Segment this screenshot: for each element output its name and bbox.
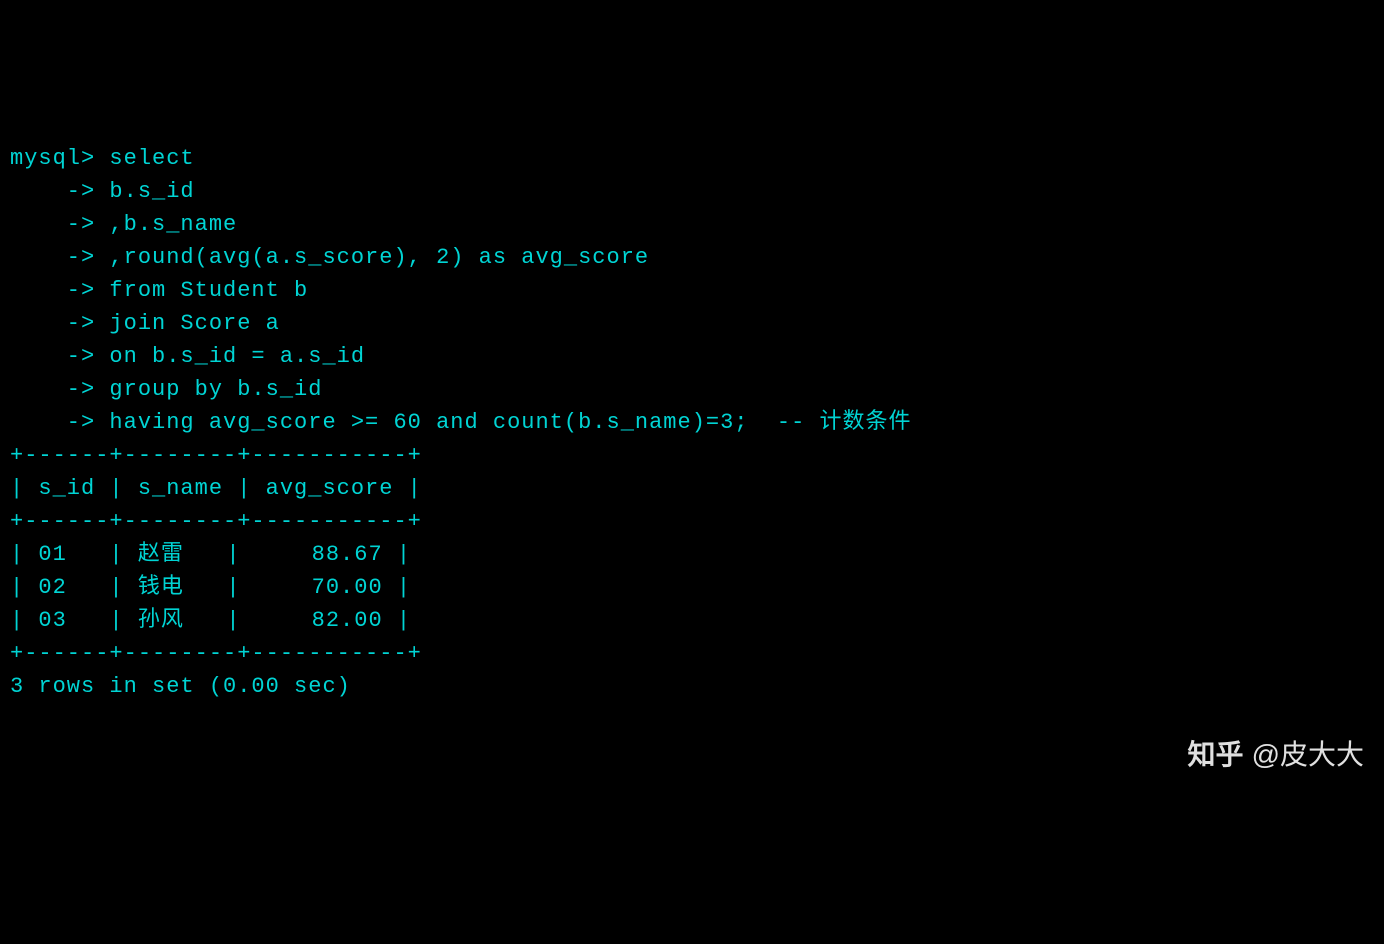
table-row: | 01 | 赵雷 | 88.67 | bbox=[10, 538, 1374, 571]
query-line: -> join Score a bbox=[10, 307, 1374, 340]
query-line: -> ,b.s_name bbox=[10, 208, 1374, 241]
query-line: -> having avg_score >= 60 and count(b.s_… bbox=[10, 406, 1374, 439]
zhihu-logo: 知乎 bbox=[1188, 739, 1244, 770]
query-line: -> on b.s_id = a.s_id bbox=[10, 340, 1374, 373]
query-line: -> group by b.s_id bbox=[10, 373, 1374, 406]
table-border-mid: +------+--------+-----------+ bbox=[10, 505, 1374, 538]
result-footer: 3 rows in set (0.00 sec) bbox=[10, 670, 1374, 703]
table-border-bottom: +------+--------+-----------+ bbox=[10, 637, 1374, 670]
query-line: mysql> select bbox=[10, 142, 1374, 175]
table-row: | 02 | 钱电 | 70.00 | bbox=[10, 571, 1374, 604]
query-line: -> from Student b bbox=[10, 274, 1374, 307]
table-border-top: +------+--------+-----------+ bbox=[10, 439, 1374, 472]
table-row: | 03 | 孙风 | 82.00 | bbox=[10, 604, 1374, 637]
table-header: | s_id | s_name | avg_score | bbox=[10, 472, 1374, 505]
watermark-author: @皮大大 bbox=[1252, 739, 1364, 770]
terminal-output: mysql> select -> b.s_id -> ,b.s_name -> … bbox=[10, 142, 1374, 703]
watermark: 知乎 @皮大大 bbox=[1188, 734, 1364, 776]
query-line: -> b.s_id bbox=[10, 175, 1374, 208]
query-line: -> ,round(avg(a.s_score), 2) as avg_scor… bbox=[10, 241, 1374, 274]
